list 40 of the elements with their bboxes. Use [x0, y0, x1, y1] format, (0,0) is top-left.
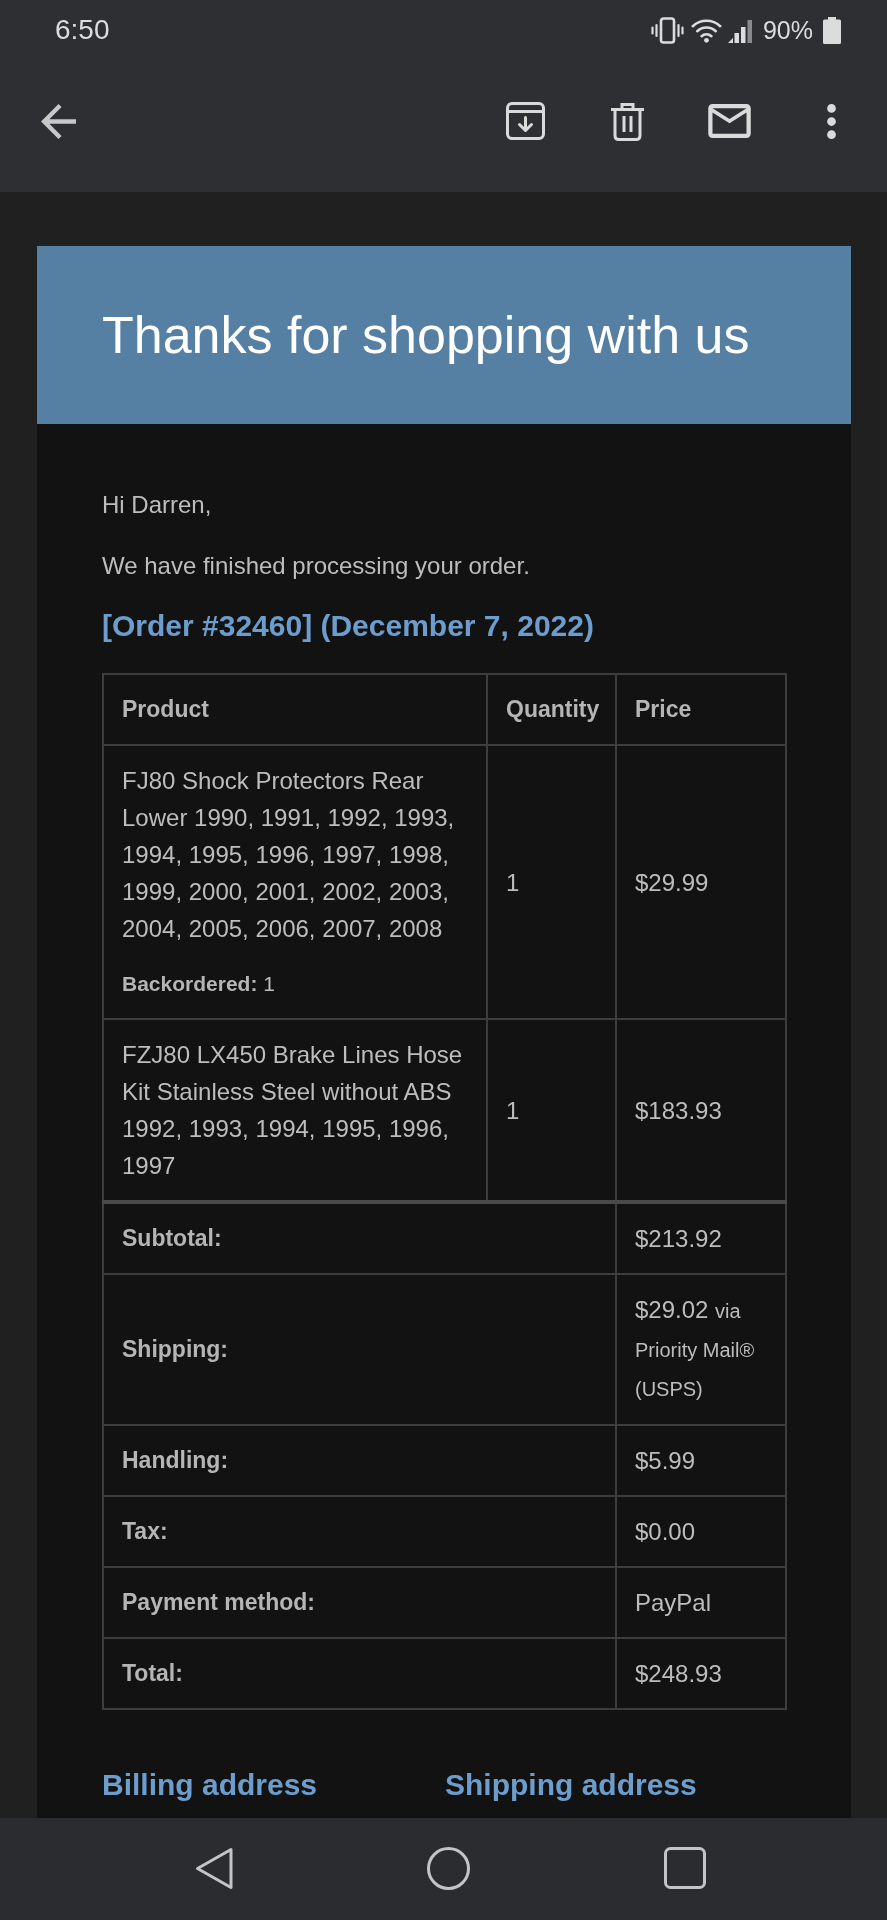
table-cell: $29.99	[616, 745, 786, 1019]
table-cell: 1	[487, 745, 616, 1019]
wifi-icon	[690, 17, 722, 43]
signal-icon	[727, 17, 755, 43]
envelope-icon[interactable]	[707, 104, 751, 138]
battery-percent: 90%	[762, 15, 813, 45]
table-cell: Handling:	[103, 1425, 616, 1496]
table-cell: Shipping:	[103, 1274, 616, 1425]
trash-icon[interactable]	[609, 101, 645, 141]
column-header: Quantity	[487, 674, 616, 745]
table-cell: Tax:	[103, 1496, 616, 1567]
table-cell: $248.93	[616, 1638, 786, 1709]
address-heading: Billing address	[102, 1767, 319, 1803]
product-name: FZJ80 LX450 Brake Lines Hose Kit Stainless Steel without ABS 1992, 1993, 1994, 1995, 1996, 1997	[122, 1041, 463, 1179]
table-cell: $213.92	[616, 1202, 786, 1274]
column-header: Price	[616, 674, 786, 745]
column-header: Product	[103, 674, 487, 745]
intro-text: We have finished processing your order.	[102, 551, 531, 581]
table-cell: Subtotal:	[103, 1202, 616, 1274]
recent-apps-square-icon[interactable]	[663, 1847, 706, 1889]
table-cell: Payment method:	[103, 1567, 616, 1638]
order-heading: [Order #32460] (December 7, 2022)	[102, 608, 595, 644]
greeting-text: Hi Darren,	[102, 490, 213, 520]
table-cell: $29.02 via Priority Mail® (USPS)	[616, 1274, 786, 1425]
product-name: FJ80 Shock Protectors Rear Lower 1990, 1991, 1992, 1993, 1994, 1995, 1996, 1997, 1998, 1999, 2000, 2001, 2002, 2003, 2004, 2005, 2006, 2007, 2008	[122, 767, 455, 942]
home-circle-icon[interactable]	[426, 1846, 470, 1890]
address-heading: Shipping address	[445, 1767, 698, 1803]
back-icon[interactable]	[41, 103, 76, 139]
back-triangle-icon[interactable]	[194, 1846, 233, 1890]
table-cell: $5.99	[616, 1425, 786, 1496]
status-time: 6:50	[55, 14, 110, 46]
more-options-icon[interactable]	[826, 103, 836, 139]
backorder-note: Backordered: 1	[122, 971, 276, 997]
archive-box-icon[interactable]	[505, 102, 545, 140]
battery-icon	[823, 16, 841, 44]
table-cell: PayPal	[616, 1567, 786, 1638]
banner-title: Thanks for shopping with us	[102, 305, 750, 365]
table-cell: Total:	[103, 1638, 616, 1709]
table-cell: $0.00	[616, 1496, 786, 1567]
phone-vibrate-icon	[650, 16, 684, 44]
